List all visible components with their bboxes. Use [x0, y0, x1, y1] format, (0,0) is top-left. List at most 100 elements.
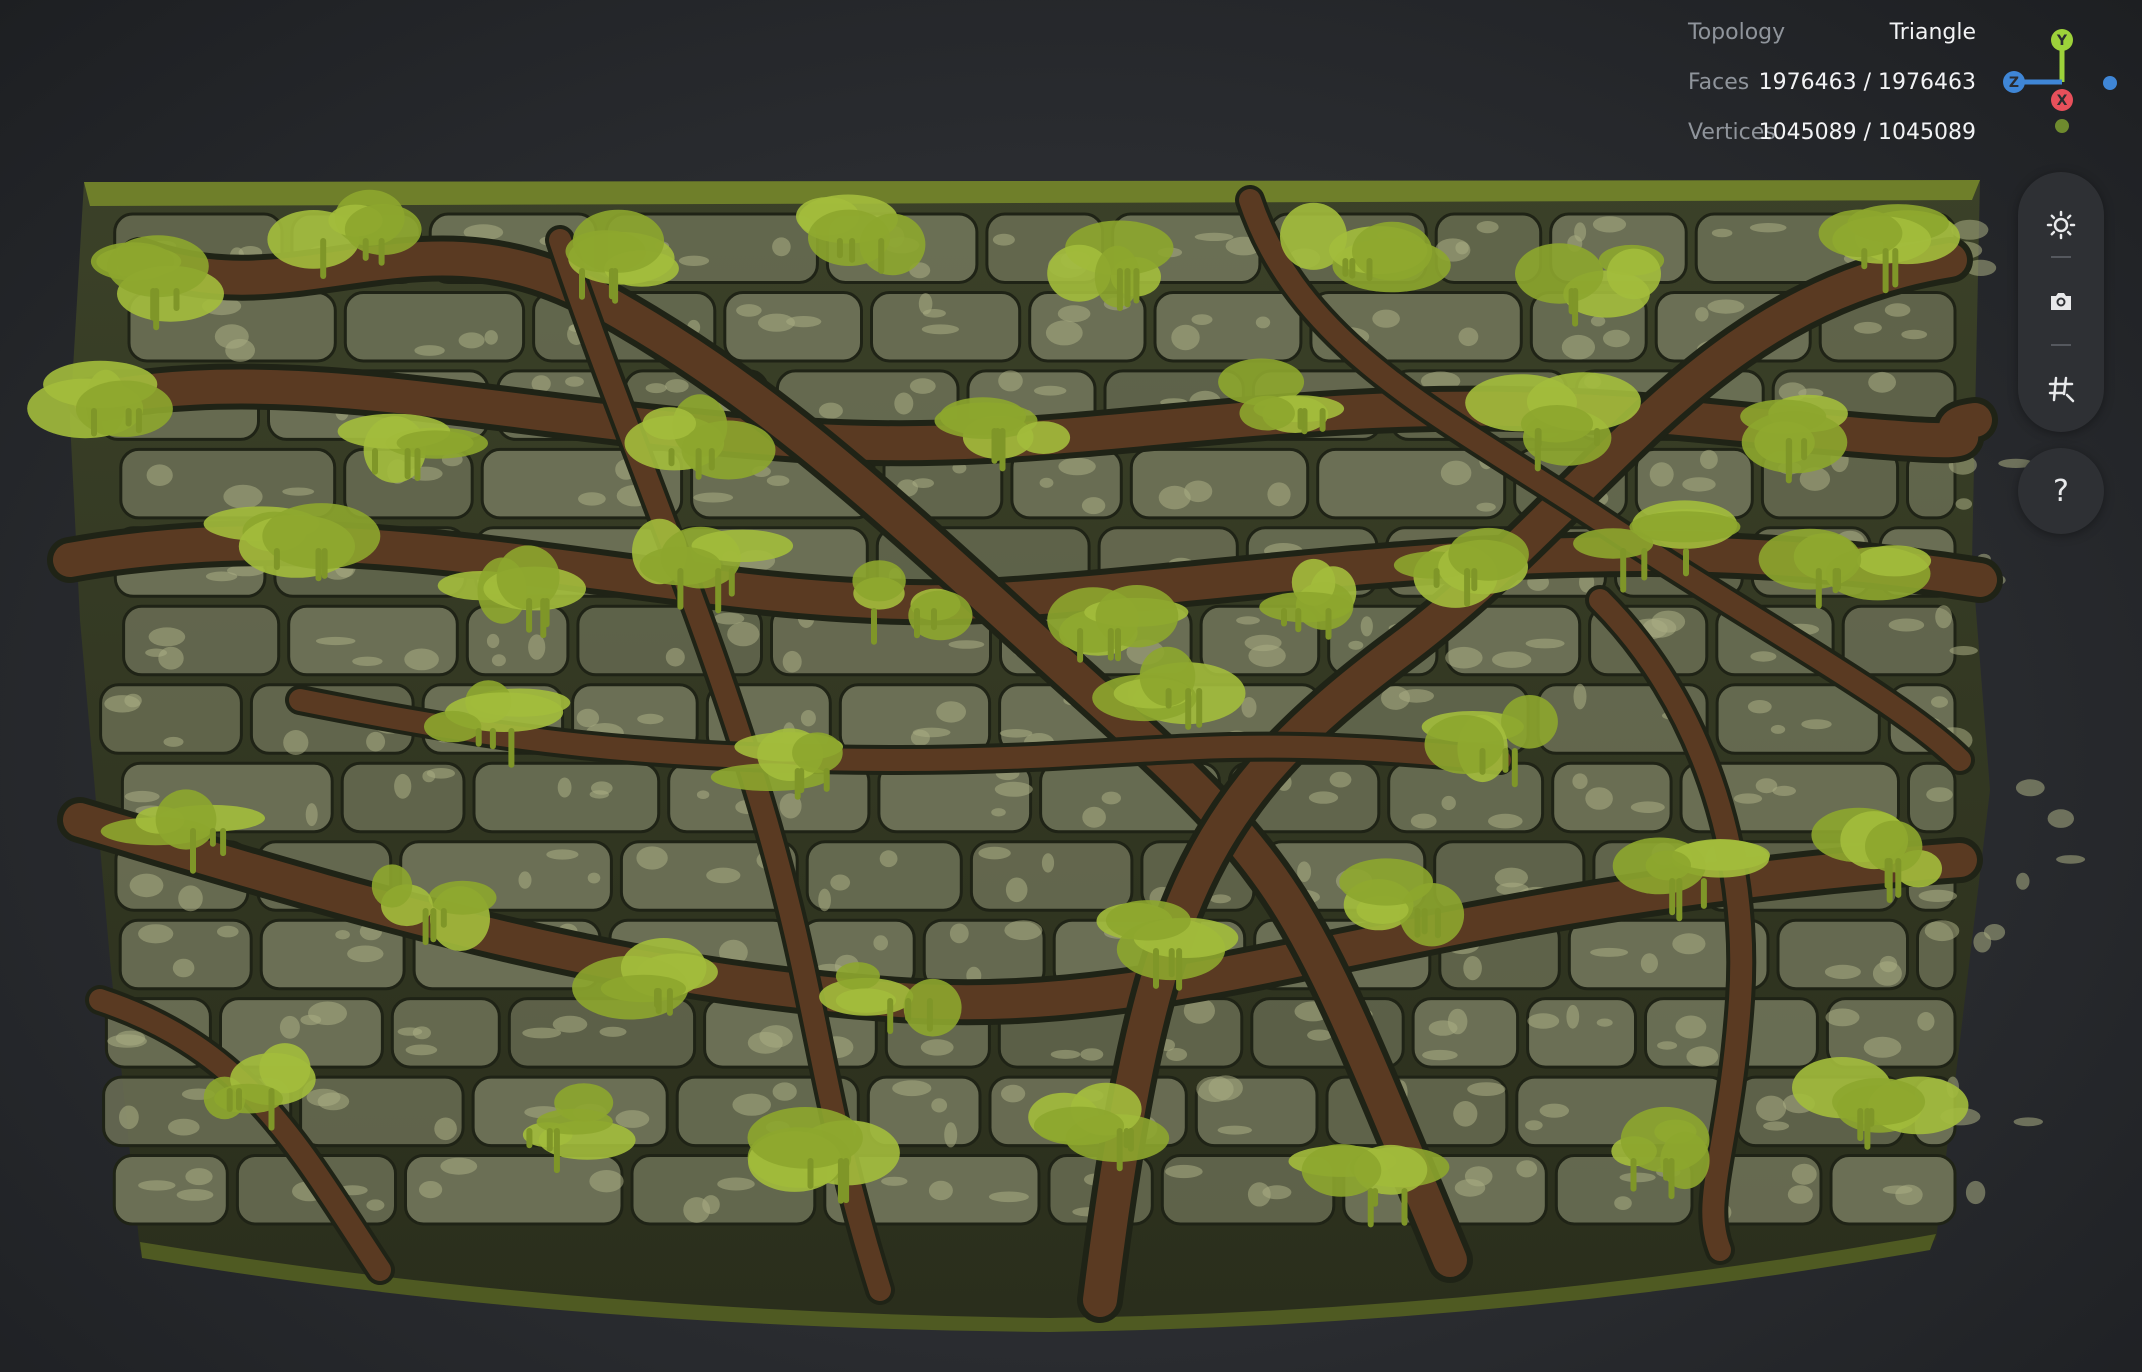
moss-clump: [642, 407, 696, 440]
lichen-spot: [999, 729, 1033, 738]
lighting-button[interactable]: [2018, 192, 2104, 258]
lichen-spot: [1525, 638, 1565, 649]
moss-drip: [999, 428, 1006, 472]
help-button[interactable]: ?: [2018, 448, 2104, 534]
stone-block: [112, 1154, 229, 1226]
stone-block: [1153, 291, 1303, 363]
3d-model-mossy-wall[interactable]: [0, 0, 2142, 1372]
moss-clump: [1865, 820, 1923, 873]
moss-drip: [1630, 1158, 1637, 1192]
moss-drip: [1663, 1158, 1670, 1181]
moss-drip: [1433, 568, 1440, 588]
lichen-spot: [1057, 305, 1091, 323]
lichen-spot: [1422, 1049, 1458, 1061]
moss-drip: [1502, 748, 1509, 773]
y-axis-label: Y: [2056, 33, 2068, 49]
stone-block: [1526, 997, 1637, 1069]
lichen-spot: [158, 646, 184, 670]
moss-drip: [807, 1158, 814, 1189]
mesh-stats-panel: Topology Triangle Faces 1976463 / 197646…: [1680, 14, 1980, 164]
lichen-spot: [1733, 793, 1763, 804]
lichen-spot: [912, 727, 951, 738]
lichen-spot: [1476, 221, 1499, 234]
lichen-spot: [1360, 616, 1373, 637]
3d-viewport[interactable]: Topology Triangle Faces 1976463 / 197646…: [0, 0, 2142, 1372]
screenshot-button[interactable]: [2018, 268, 2104, 334]
lichen-spot: [1166, 1048, 1188, 1061]
lichen-spot: [1973, 931, 1992, 953]
moss-drip: [849, 238, 856, 263]
lichen-spot: [440, 1157, 478, 1175]
lichen-spot: [1695, 307, 1709, 322]
moss-drip: [1434, 908, 1441, 939]
lichen-spot: [892, 1080, 932, 1097]
moss-clump: [371, 864, 413, 908]
lichen-spot: [283, 730, 309, 755]
lichen-spot: [772, 237, 791, 257]
moss-drip: [926, 998, 933, 1032]
lichen-spot: [879, 850, 898, 868]
lichen-spot: [992, 233, 1015, 246]
axis-gizmo[interactable]: Y Z X: [1990, 18, 2120, 148]
lichen-spot: [1453, 1101, 1478, 1127]
lichen-spot: [1410, 813, 1437, 829]
moss-clump: [572, 209, 665, 273]
lichen-spot: [1917, 1012, 1935, 1031]
lichen-spot: [2015, 779, 2045, 797]
moss-clump: [1629, 511, 1741, 543]
moss-clump: [1857, 545, 1932, 577]
lichen-spot: [419, 1181, 443, 1199]
neg-y-axis-handle[interactable]: [2055, 119, 2069, 133]
moss-drip: [1185, 688, 1192, 730]
moss-clump: [835, 962, 881, 990]
moss-drip: [1124, 268, 1131, 308]
moss-drip: [991, 428, 998, 464]
moss-drip: [1349, 258, 1356, 279]
grid-toggle-button[interactable]: [2018, 356, 2104, 422]
moss-drip: [823, 768, 830, 792]
lichen-spot: [922, 309, 946, 318]
moss-drip: [1115, 628, 1121, 662]
lichen-spot: [645, 383, 667, 394]
lichen-spot: [1041, 853, 1055, 873]
moss-drip: [1297, 408, 1304, 430]
lichen-spot: [636, 846, 668, 870]
lichen-spot: [1262, 1185, 1292, 1200]
moss-drip: [1835, 568, 1841, 591]
lichen-spot: [426, 768, 455, 779]
lichen-spot: [1001, 1084, 1026, 1103]
neg-z-axis-handle[interactable]: [2103, 76, 2117, 90]
moss-drip: [1133, 268, 1140, 304]
camera-icon: [2051, 293, 2071, 310]
lichen-spot: [124, 790, 160, 803]
moss-drip: [1325, 608, 1332, 640]
moss-clump: [107, 235, 209, 298]
moss-drip: [546, 1128, 553, 1152]
lichen-spot: [2056, 855, 2086, 864]
moss-clump: [808, 209, 890, 266]
moss-drip: [1620, 548, 1627, 593]
lichen-spot: [1614, 1196, 1632, 1210]
moss-drip: [1471, 568, 1478, 592]
moss-drip: [1801, 438, 1808, 461]
lichen-spot: [696, 790, 710, 799]
lichen-spot: [352, 656, 383, 666]
lichen-spot: [1267, 482, 1291, 507]
moss-drip: [1196, 688, 1203, 728]
lichen-spot: [1711, 228, 1733, 238]
moss-drip: [1295, 608, 1302, 633]
stat-vertices: Vertices 1045089 / 1045089: [1680, 114, 1980, 164]
lichen-spot: [1750, 651, 1777, 662]
moss-clump: [835, 988, 897, 1013]
moss-drip: [1700, 878, 1707, 909]
lichen-spot: [587, 872, 601, 884]
lichen-spot: [936, 701, 966, 723]
moss-drip: [150, 288, 157, 321]
lichen-spot: [988, 1191, 1029, 1203]
viewer-toolbar: [2018, 172, 2104, 432]
lichen-spot: [347, 945, 384, 963]
moss-drip: [1534, 428, 1541, 472]
moss-drip: [422, 908, 429, 946]
lichen-spot: [1492, 651, 1532, 668]
lichen-spot: [217, 925, 239, 938]
